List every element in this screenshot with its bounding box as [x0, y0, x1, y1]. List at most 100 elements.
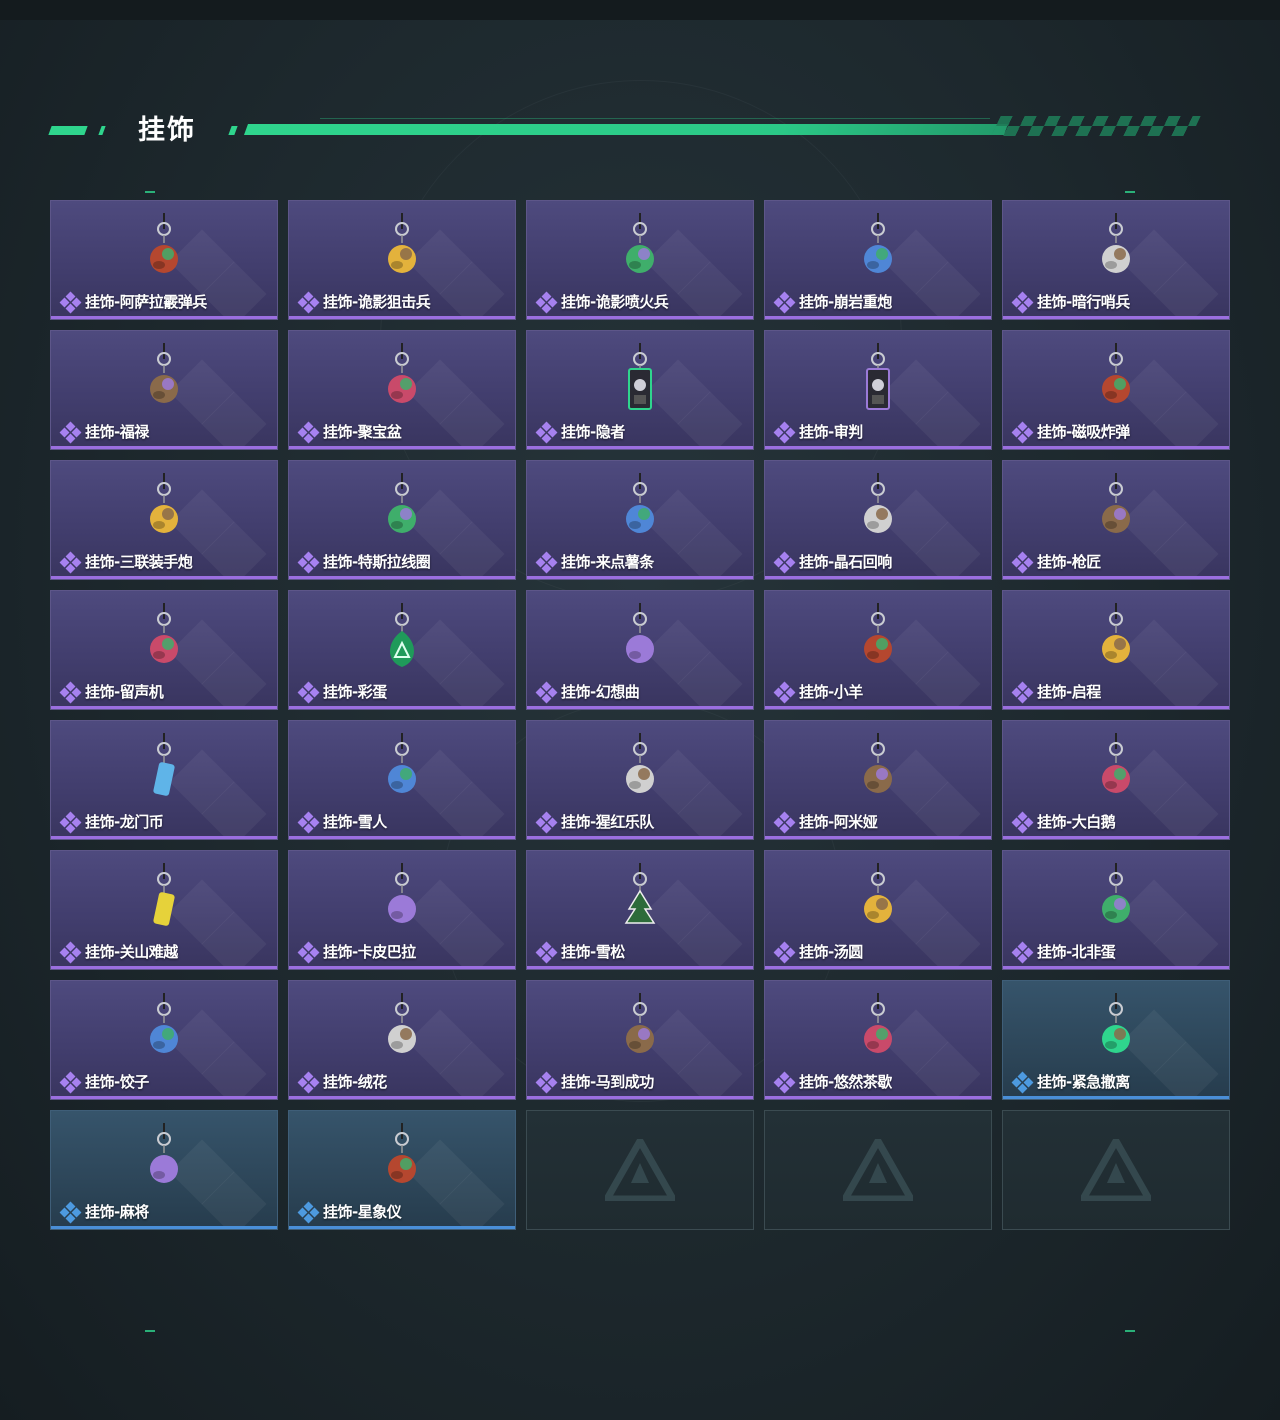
- charm-card[interactable]: 挂饰-彩蛋: [288, 590, 516, 710]
- corner-tick: [1125, 1330, 1135, 1332]
- charm-name: 挂饰-马到成功: [561, 1073, 654, 1091]
- charm-card[interactable]: 挂饰-麻将: [50, 1110, 278, 1230]
- charm-card[interactable]: 挂饰-关山难越: [50, 850, 278, 970]
- charm-label: 挂饰-关山难越: [59, 941, 178, 963]
- dumpling-charm-icon: [150, 993, 178, 1053]
- rarity-diamond-icon: [59, 811, 82, 833]
- charm-card[interactable]: 挂饰-隐者: [526, 330, 754, 450]
- charm-card[interactable]: 挂饰-特斯拉线圈: [288, 460, 516, 580]
- charm-card[interactable]: 挂饰-磁吸炸弹: [1002, 330, 1230, 450]
- charm-card[interactable]: 挂饰-龙门币: [50, 720, 278, 840]
- rarity-diamond-icon: [297, 1071, 320, 1093]
- charm-card[interactable]: 挂饰-雪松: [526, 850, 754, 970]
- rarity-diamond-icon: [535, 291, 558, 313]
- charm-card[interactable]: 挂饰-留声机: [50, 590, 278, 710]
- charm-card[interactable]: 挂饰-诡影狙击兵: [288, 200, 516, 320]
- rarity-diamond-icon: [59, 941, 82, 963]
- charm-card[interactable]: 挂饰-卡皮巴拉: [288, 850, 516, 970]
- rarity-diamond-icon: [773, 291, 796, 313]
- header-thin-line: [320, 118, 990, 119]
- rarity-diamond-icon: [773, 941, 796, 963]
- penguin-sniper-charm-icon: [388, 213, 416, 273]
- fries-charm-icon: [626, 473, 654, 533]
- charm-card[interactable]: 挂饰-福禄: [50, 330, 278, 450]
- charm-label: 挂饰-汤圆: [773, 941, 863, 963]
- charm-card[interactable]: 挂饰-启程: [1002, 590, 1230, 710]
- game-logo-icon: [605, 1139, 675, 1201]
- charm-card[interactable]: 挂饰-晶石回响: [764, 460, 992, 580]
- hand-cannon-charm-icon: [150, 473, 178, 533]
- rarity-diamond-icon: [297, 681, 320, 703]
- fantasia-charm-icon: [626, 603, 654, 663]
- charm-card[interactable]: 挂饰-雪人: [288, 720, 516, 840]
- rarity-diamond-icon: [297, 811, 320, 833]
- charm-card[interactable]: 挂饰-马到成功: [526, 980, 754, 1100]
- charm-label: 挂饰-幻想曲: [535, 681, 640, 703]
- charm-card[interactable]: 挂饰-悠然茶歇: [764, 980, 992, 1100]
- charm-card[interactable]: 挂饰-来点薯条: [526, 460, 754, 580]
- rarity-diamond-icon: [1011, 811, 1034, 833]
- rarity-diamond-icon: [1011, 941, 1034, 963]
- charm-card[interactable]: 挂饰-星象仪: [288, 1110, 516, 1230]
- rarity-diamond-icon: [297, 941, 320, 963]
- charm-name: 挂饰-龙门币: [85, 813, 164, 831]
- charm-card[interactable]: 挂饰-小羊: [764, 590, 992, 710]
- rarity-diamond-icon: [297, 291, 320, 313]
- charm-label: 挂饰-启程: [1011, 681, 1101, 703]
- charm-card[interactable]: 挂饰-猩红乐队: [526, 720, 754, 840]
- rarity-diamond-icon: [1011, 421, 1034, 443]
- charm-card[interactable]: 挂饰-大白鹅: [1002, 720, 1230, 840]
- charm-card[interactable]: 挂饰-枪匠: [1002, 460, 1230, 580]
- charm-card[interactable]: 挂饰-审判: [764, 330, 992, 450]
- capybara-charm-icon: [388, 863, 416, 923]
- charm-card[interactable]: 挂饰-幻想曲: [526, 590, 754, 710]
- charm-label: 挂饰-彩蛋: [297, 681, 387, 703]
- charm-card[interactable]: 挂饰-阿米娅: [764, 720, 992, 840]
- charm-label: 挂饰-阿萨拉霰弹兵: [59, 291, 207, 313]
- charm-card[interactable]: 挂饰-阿萨拉霰弹兵: [50, 200, 278, 320]
- header-accent-bar: [98, 126, 106, 135]
- charm-card[interactable]: 挂饰-诡影喷火兵: [526, 200, 754, 320]
- mahjong-charm-icon: [150, 1123, 178, 1183]
- rarity-diamond-icon: [773, 1071, 796, 1093]
- shakshuka-charm-icon: [1102, 863, 1130, 923]
- charm-name: 挂饰-三联装手炮: [85, 553, 193, 571]
- flamethrower-charm-icon: [626, 213, 654, 273]
- tesla-coil-charm-icon: [388, 473, 416, 533]
- charm-card[interactable]: 挂饰-暗行哨兵: [1002, 200, 1230, 320]
- treasure-bowl-charm-icon: [388, 343, 416, 403]
- charm-name: 挂饰-雪人: [323, 813, 387, 831]
- crystal-charm-icon: [864, 473, 892, 533]
- charm-card[interactable]: 挂饰-北非蛋: [1002, 850, 1230, 970]
- charm-label: 挂饰-隐者: [535, 421, 625, 443]
- rarity-diamond-icon: [59, 1071, 82, 1093]
- charm-card[interactable]: 挂饰-崩岩重炮: [764, 200, 992, 320]
- astrolabe-charm-icon: [388, 1123, 416, 1183]
- header-accent-bar: [228, 126, 238, 135]
- amiya-charm-icon: [864, 733, 892, 793]
- charm-name: 挂饰-留声机: [85, 683, 164, 701]
- gourd-charm-icon: [150, 343, 178, 403]
- charm-card[interactable]: 挂饰-饺子: [50, 980, 278, 1100]
- charm-name: 挂饰-绒花: [323, 1073, 387, 1091]
- charm-name: 挂饰-磁吸炸弹: [1037, 423, 1130, 441]
- charm-card[interactable]: 挂饰-绒花: [288, 980, 516, 1100]
- bomb-charm-icon: [1102, 343, 1130, 403]
- empty-slot: [1002, 1110, 1230, 1230]
- flower-charm-icon: [388, 993, 416, 1053]
- charm-name: 挂饰-启程: [1037, 683, 1101, 701]
- charm-label: 挂饰-猩红乐队: [535, 811, 654, 833]
- charm-card[interactable]: 挂饰-紧急撤离: [1002, 980, 1230, 1100]
- rarity-diamond-icon: [1011, 291, 1034, 313]
- charm-card[interactable]: 挂饰-汤圆: [764, 850, 992, 970]
- charm-name: 挂饰-福禄: [85, 423, 149, 441]
- corner-tick: [145, 1330, 155, 1332]
- charm-card[interactable]: 挂饰-三联装手炮: [50, 460, 278, 580]
- header-progress-bar: [243, 124, 1009, 135]
- rarity-diamond-icon: [59, 421, 82, 443]
- charm-name: 挂饰-紧急撤离: [1037, 1073, 1130, 1091]
- charm-label: 挂饰-枪匠: [1011, 551, 1101, 573]
- charm-name: 挂饰-阿米娅: [799, 813, 878, 831]
- charm-card[interactable]: 挂饰-聚宝盆: [288, 330, 516, 450]
- charm-label: 挂饰-诡影喷火兵: [535, 291, 669, 313]
